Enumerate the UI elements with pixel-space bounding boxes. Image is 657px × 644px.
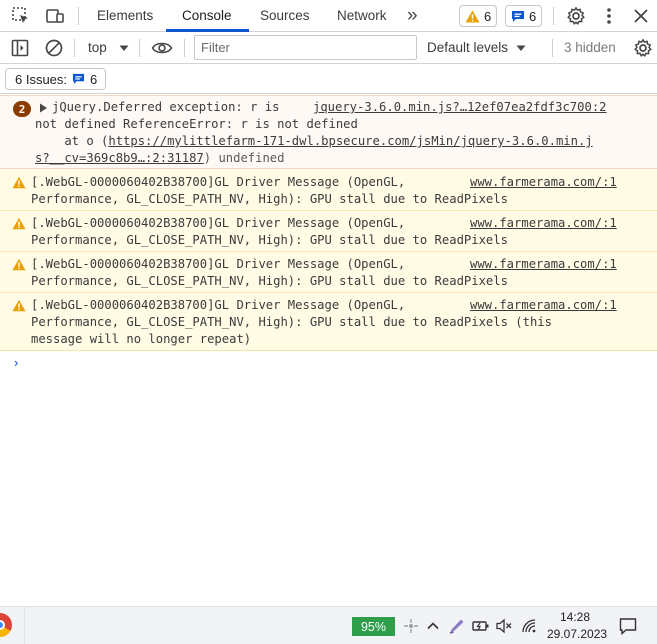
clock-date[interactable]: 29.07.2023 [547,627,607,641]
console-warning-message: [.WebGL-0000060402B38700]GL Driver Messa… [0,170,657,211]
inspect-element-icon[interactable] [10,5,32,27]
repeat-count-badge: 2 [13,101,31,117]
context-dropdown-icon[interactable] [113,37,135,59]
tab-elements[interactable]: Elements [97,0,153,32]
notification-center-icon[interactable] [618,616,638,636]
warning-icon [12,217,26,230]
hidden-messages-count: 3 hidden [564,40,616,55]
toolbar-divider [74,39,75,57]
sidebar-toggle-icon[interactable] [9,37,31,59]
warning-text-line-1: [.WebGL-0000060402B38700]GL Driver Messa… [31,216,406,230]
clock-time[interactable]: 14:28 [560,610,590,624]
warning-text-line-2: Performance, GL_CLOSE_PATH_NV, High): GP… [31,233,508,247]
error-stack-prefix: at o ( [35,134,109,148]
console-warning-message: [.WebGL-0000060402B38700]GL Driver Messa… [0,252,657,293]
chevron-up-icon[interactable] [423,616,443,636]
log-levels-dropdown[interactable]: Default levels [427,32,508,64]
live-expression-eye-icon[interactable] [151,37,173,59]
clear-console-icon[interactable] [43,37,65,59]
toolbar-divider-4 [552,39,553,57]
warning-text-line-2: Performance, GL_CLOSE_PATH_NV, High): GP… [31,192,508,206]
wifi-icon[interactable] [520,616,540,636]
issues-count: 6 [90,71,98,87]
error-source-link[interactable]: jquery-3.6.0.min.js?…12ef07ea2fdf3c700:2 [313,100,607,114]
taskbar-divider [24,607,25,644]
warning-source-link[interactable]: www.farmerama.com/:1 [470,298,617,312]
warning-text-line-1: [.WebGL-0000060402B38700]GL Driver Messa… [31,175,406,189]
chrome-app-icon[interactable] [0,613,12,637]
warning-icon [12,299,26,312]
log-levels-chevron-icon[interactable] [510,37,532,59]
warning-text-line-2: Performance, GL_CLOSE_PATH_NV, High): GP… [31,274,508,288]
warning-icon [465,9,480,23]
error-text-line-4: s?__cv=369c8b9…:2:31187) undefined [35,151,284,165]
console-toolbar: top Default levels 3 hidden [0,32,657,64]
warnings-counter-button[interactable]: 6 [459,5,498,27]
error-stack-suffix: ) undefined [203,151,285,165]
console-warning-message: [.WebGL-0000060402B38700]GL Driver Messa… [0,293,657,351]
more-options-icon[interactable] [598,5,620,27]
toolbar-divider-3 [184,39,185,57]
tab-sources[interactable]: Sources [260,0,310,32]
close-icon[interactable] [630,5,652,27]
pen-icon[interactable] [447,616,467,636]
error-text-line-2: not defined ReferenceError: r is not def… [35,117,358,131]
console-prompt[interactable]: › [14,355,18,370]
console-settings-gear-icon[interactable] [632,37,654,59]
error-text-line-3: at o (https://mylittlefarm-171-dwl.bpsec… [35,134,592,148]
volume-muted-icon[interactable] [494,616,514,636]
messages-counter-button[interactable]: 6 [505,5,543,27]
warning-source-link[interactable]: www.farmerama.com/:1 [470,257,617,271]
error-text-line-1: jQuery.Deferred exception: r is [52,100,280,114]
messages-count: 6 [529,8,537,24]
tab-console[interactable]: Console [182,0,232,32]
tabbar-divider [78,7,79,25]
warning-icon [12,258,26,271]
warning-icon [12,176,26,189]
network-activity-icon[interactable] [401,616,421,636]
more-tabs-button[interactable]: » [407,0,418,32]
error-stack-link-cont[interactable]: s?__cv=369c8b9…:2:31187 [35,151,204,165]
warning-source-link[interactable]: www.farmerama.com/:1 [470,175,617,189]
warning-text-line-2: Performance, GL_CLOSE_PATH_NV, High): GP… [31,315,552,329]
battery-power-icon[interactable] [471,616,491,636]
battery-percentage-indicator[interactable]: 95% [352,617,395,636]
devtools-tabbar: Elements Console Sources Network » 6 6 [0,0,657,32]
issue-message-icon [72,73,85,85]
issues-button[interactable]: 6 Issues: 6 [5,68,107,90]
filter-input[interactable] [194,35,417,60]
warning-source-link[interactable]: www.farmerama.com/:1 [470,216,617,230]
issues-label: 6 Issues: [15,71,68,87]
error-stack-link[interactable]: https://mylittlefarm-171-dwl.bpsecure.co… [108,134,592,148]
console-error-message: 2 jQuery.Deferred exception: r is jquery… [0,95,657,169]
message-icon [512,10,524,22]
warnings-count: 6 [484,8,492,24]
issues-bar: 6 Issues: 6 [0,64,657,94]
warning-text-line-3: message will no longer repeat) [31,332,252,346]
warning-text-line-1: [.WebGL-0000060402B38700]GL Driver Messa… [31,298,406,312]
warning-text-line-1: [.WebGL-0000060402B38700]GL Driver Messa… [31,257,406,271]
toolbar-divider-2 [139,39,140,57]
windows-taskbar: 95% 14:28 29.07.2023 [0,606,657,644]
console-warning-message: [.WebGL-0000060402B38700]GL Driver Messa… [0,211,657,252]
settings-gear-icon[interactable] [565,5,587,27]
tabbar-divider-right [553,7,554,25]
expand-triangle-icon[interactable] [39,103,48,113]
device-toolbar-icon[interactable] [44,5,66,27]
context-selector[interactable]: top [88,32,107,64]
tab-network[interactable]: Network [337,0,387,32]
